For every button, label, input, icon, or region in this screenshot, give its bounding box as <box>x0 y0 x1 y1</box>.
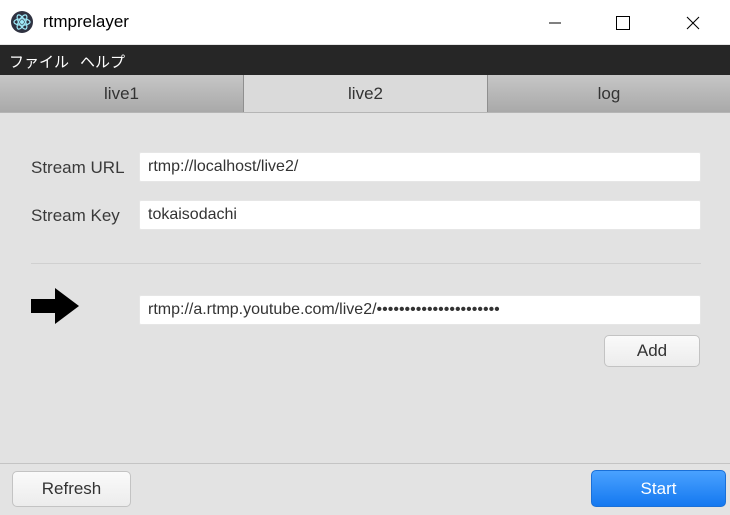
add-button[interactable]: Add <box>604 335 700 367</box>
tab-bar: live1 live2 log <box>0 75 730 113</box>
menu-file[interactable]: ファイル <box>9 51 69 72</box>
maximize-button[interactable] <box>600 0 646 45</box>
refresh-button[interactable]: Refresh <box>12 471 131 507</box>
stream-key-label: Stream Key <box>31 206 120 225</box>
start-button[interactable]: Start <box>591 470 726 507</box>
menu-help[interactable]: ヘルプ <box>80 51 125 72</box>
minimize-button[interactable] <box>532 0 578 45</box>
tab-live1[interactable]: live1 <box>0 75 244 112</box>
title-bar: rtmprelayer <box>0 0 730 45</box>
stream-url-label: Stream URL <box>31 158 125 177</box>
tab-log[interactable]: log <box>488 75 730 112</box>
footer-bar: Refresh Start <box>0 463 730 515</box>
close-button[interactable] <box>670 0 716 45</box>
tab-live2[interactable]: live2 <box>244 75 488 112</box>
app-logo-icon <box>11 11 33 33</box>
close-icon <box>686 16 700 29</box>
minimize-icon <box>549 22 561 23</box>
window-title: rtmprelayer <box>43 12 129 31</box>
stream-key-input[interactable] <box>139 200 701 230</box>
section-divider <box>31 263 701 264</box>
live2-panel: Stream URL Stream Key Add <box>0 113 730 463</box>
maximize-icon <box>616 15 630 30</box>
arrow-right-icon <box>31 288 79 324</box>
relay-destination-input[interactable] <box>139 295 701 325</box>
menu-bar: ファイル ヘルプ <box>0 45 730 75</box>
stream-url-input[interactable] <box>139 152 701 182</box>
